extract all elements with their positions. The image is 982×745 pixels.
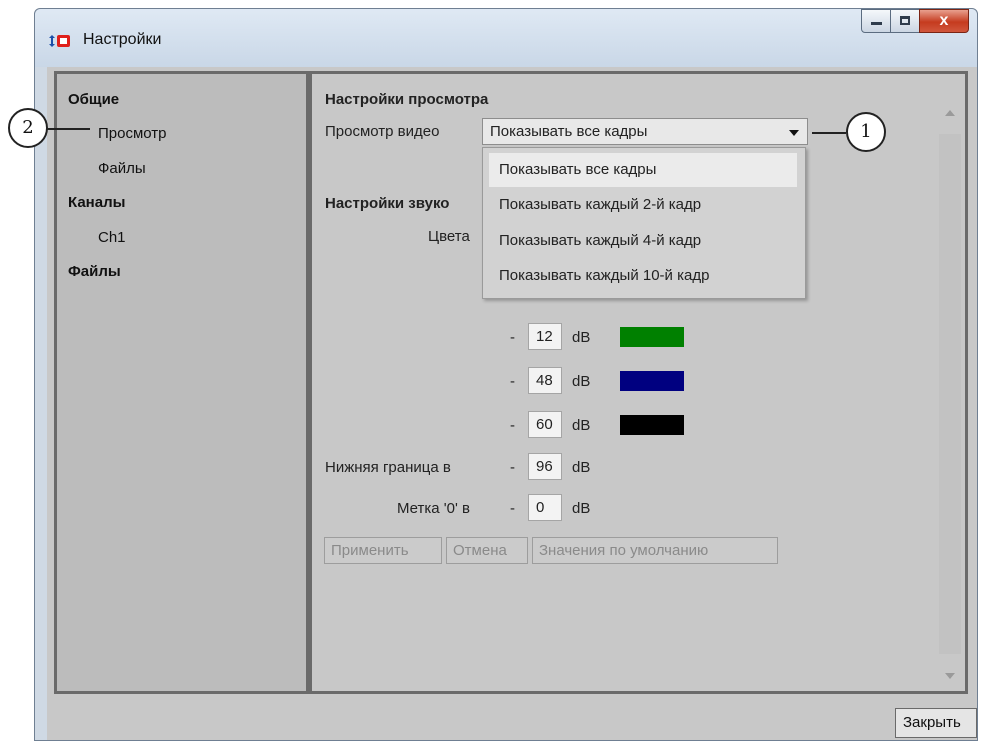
settings-frame: Общие Просмотр Файлы Каналы Ch1 Файлы На… [54, 71, 968, 694]
dropdown-option-every-10th[interactable]: Показывать каждый 10-й кадр [489, 259, 797, 293]
zero-mark-unit: dB [572, 500, 591, 517]
title-bar[interactable]: Настройки x [35, 9, 977, 67]
colors-label: Цвета [428, 228, 470, 245]
level-1-value: 12 [536, 328, 553, 345]
lower-bound-unit: dB [572, 459, 591, 476]
settings-nav-tree: Общие Просмотр Файлы Каналы Ch1 Файлы [57, 74, 306, 691]
nav-item-ch1[interactable]: Ch1 [98, 229, 126, 246]
close-dialog-button-label: Закрыть [903, 714, 961, 731]
level-1-color-swatch[interactable] [620, 327, 684, 347]
level-2-color-swatch[interactable] [620, 371, 684, 391]
maximize-button[interactable] [890, 9, 920, 33]
lower-bound-label: Нижняя граница в [325, 459, 451, 476]
close-icon: x [939, 12, 949, 29]
nav-item-files-sub[interactable]: Файлы [98, 160, 146, 177]
dropdown-option-every-4th[interactable]: Показывать каждый 4-й кадр [489, 224, 797, 258]
lower-bound-input[interactable]: 96 [528, 453, 562, 480]
callout-1-leader [812, 132, 846, 134]
sound-settings-title: Настройки звуко [325, 195, 450, 212]
lower-bound-value: 96 [536, 458, 553, 475]
zero-mark-label: Метка '0' в [397, 500, 470, 517]
window-client-area: Общие Просмотр Файлы Каналы Ch1 Файлы На… [47, 67, 977, 740]
app-icon [49, 35, 70, 47]
dropdown-option-all-frames[interactable]: Показывать все кадры [489, 153, 797, 187]
level-3-unit: dB [572, 417, 591, 434]
level-3-input[interactable]: 60 [528, 411, 562, 438]
callout-2-leader [46, 128, 90, 130]
callout-1: 1 [846, 112, 886, 152]
minimize-button[interactable] [861, 9, 891, 33]
window-title: Настройки [83, 31, 162, 48]
level-2-minus: - [510, 373, 515, 390]
nav-item-view[interactable]: Просмотр [98, 125, 167, 142]
chevron-down-icon[interactable] [789, 130, 799, 136]
defaults-button[interactable]: Значения по умолчанию [532, 537, 778, 564]
dropdown-option-label: Показывать все кадры [499, 161, 657, 178]
caption-buttons: x [861, 9, 969, 37]
dropdown-option-label: Показывать каждый 10-й кадр [499, 267, 710, 284]
zero-mark-minus: - [510, 500, 515, 517]
video-view-value: Показывать все кадры [490, 123, 648, 140]
level-3-color-swatch[interactable] [620, 415, 684, 435]
level-1-unit: dB [572, 329, 591, 346]
scroll-down-icon[interactable] [945, 673, 955, 679]
level-3-minus: - [510, 417, 515, 434]
level-2-unit: dB [572, 373, 591, 390]
level-1-input[interactable]: 12 [528, 323, 562, 350]
video-view-label: Просмотр видео [325, 123, 440, 140]
cancel-button[interactable]: Отмена [446, 537, 528, 564]
nav-item-channels[interactable]: Каналы [68, 194, 125, 211]
defaults-button-label: Значения по умолчанию [539, 542, 709, 559]
minimize-icon [871, 22, 882, 25]
vertical-scrollbar[interactable] [939, 104, 961, 685]
lower-bound-minus: - [510, 459, 515, 476]
video-view-combobox[interactable]: Показывать все кадры [482, 118, 808, 145]
zero-mark-input[interactable]: 0 [528, 494, 562, 521]
close-window-button[interactable]: x [919, 9, 969, 33]
scroll-up-icon[interactable] [945, 110, 955, 116]
dropdown-option-label: Показывать каждый 4-й кадр [499, 232, 702, 249]
callout-2: 2 [8, 108, 48, 148]
close-dialog-button[interactable]: Закрыть [895, 708, 977, 738]
maximize-icon [900, 16, 910, 25]
dropdown-option-every-2nd[interactable]: Показывать каждый 2-й кадр [489, 188, 797, 222]
scrollbar-thumb[interactable] [939, 134, 961, 654]
level-3-value: 60 [536, 416, 553, 433]
dropdown-option-label: Показывать каждый 2-й кадр [499, 196, 702, 213]
settings-content: Настройки просмотра Просмотр видео Показ… [312, 74, 965, 691]
level-2-value: 48 [536, 372, 553, 389]
apply-button[interactable]: Применить [324, 537, 442, 564]
view-settings-title: Настройки просмотра [325, 91, 489, 108]
apply-button-label: Применить [331, 542, 409, 559]
nav-item-general[interactable]: Общие [68, 91, 119, 108]
cancel-button-label: Отмена [453, 542, 507, 559]
settings-window: Настройки x Общие Просмотр Файлы Каналы … [34, 8, 978, 741]
level-1-minus: - [510, 329, 515, 346]
level-2-input[interactable]: 48 [528, 367, 562, 394]
video-view-dropdown: Показывать все кадры Показывать каждый 2… [482, 147, 806, 299]
nav-item-files[interactable]: Файлы [68, 263, 121, 280]
zero-mark-value: 0 [536, 499, 545, 516]
